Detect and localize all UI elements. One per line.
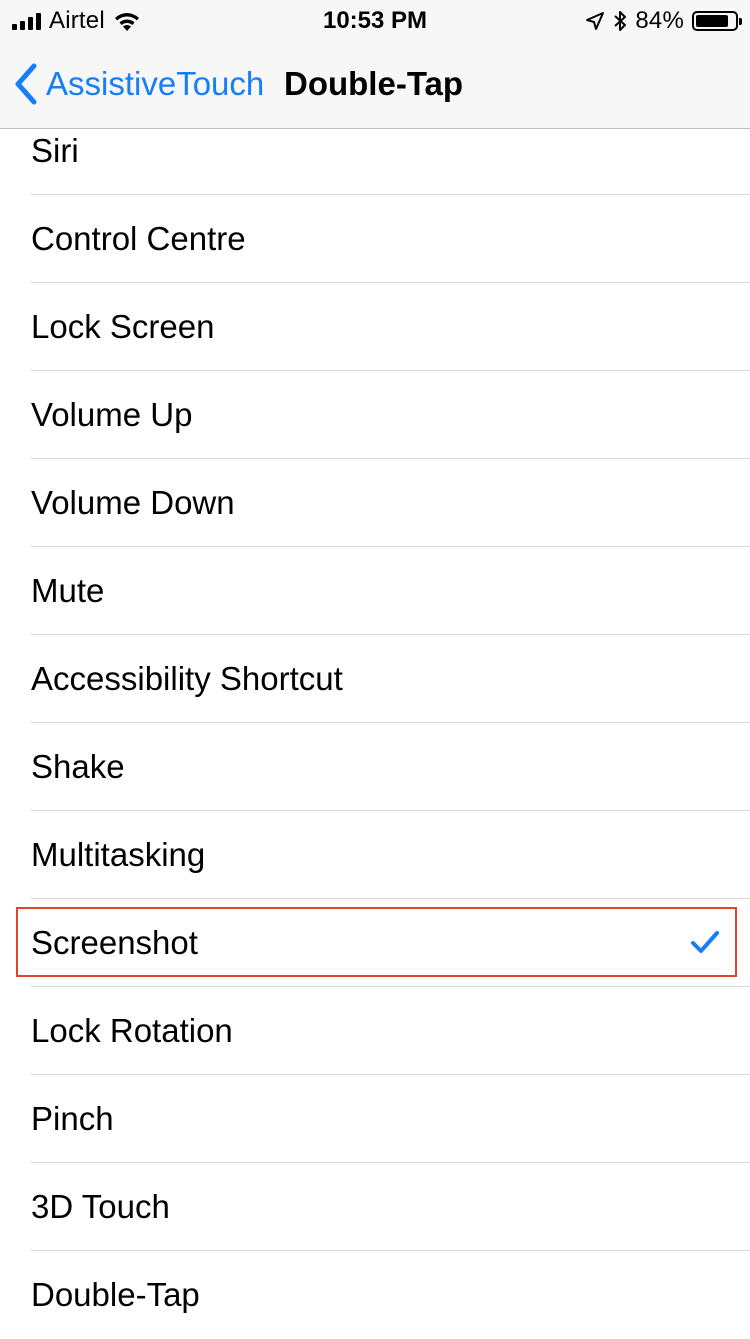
battery-level xyxy=(696,15,728,27)
option-row[interactable]: Multitasking xyxy=(0,811,750,899)
option-row[interactable]: Volume Up xyxy=(0,371,750,459)
option-label: Volume Up xyxy=(31,396,193,433)
option-label: Mute xyxy=(31,572,105,609)
option-label: 3D Touch xyxy=(31,1188,170,1225)
option-row[interactable]: Lock Screen xyxy=(0,283,750,371)
bluetooth-icon xyxy=(614,11,627,31)
option-row[interactable]: Pinch xyxy=(0,1075,750,1163)
clock: 10:53 PM xyxy=(322,7,428,34)
option-label: Control Centre xyxy=(31,220,246,257)
status-bar: Airtel 10:53 PM 84% xyxy=(0,0,750,40)
navigation-bar: AssistiveTouch Double-Tap xyxy=(0,40,750,129)
option-row[interactable]: Control Centre xyxy=(0,195,750,283)
option-row[interactable]: Volume Down xyxy=(0,459,750,547)
battery-icon xyxy=(692,11,742,31)
option-row[interactable]: Double-Tap xyxy=(0,1251,750,1339)
status-bar-right: 84% xyxy=(585,6,742,36)
option-label: Screenshot xyxy=(31,924,198,961)
option-row[interactable]: Screenshot xyxy=(0,899,750,987)
back-button[interactable]: AssistiveTouch xyxy=(14,60,264,108)
option-label: Shake xyxy=(31,748,125,785)
options-list: Siri Control Centre Lock Screen Volume Up Vo… xyxy=(0,129,750,1339)
option-row[interactable]: 3D Touch xyxy=(0,1163,750,1251)
option-row[interactable]: Lock Rotation xyxy=(0,987,750,1075)
location-arrow-icon xyxy=(586,12,605,30)
page-title: Double-Tap xyxy=(284,65,464,102)
back-button-label: AssistiveTouch xyxy=(46,65,265,102)
option-label: Multitasking xyxy=(31,836,206,873)
option-row[interactable]: Siri xyxy=(0,129,750,195)
option-row[interactable]: Shake xyxy=(0,723,750,811)
option-row[interactable]: Mute xyxy=(0,547,750,635)
battery-percentage: 84% xyxy=(635,7,684,34)
checkmark-icon xyxy=(691,931,719,953)
option-label: Volume Down xyxy=(31,484,235,521)
option-label: Siri xyxy=(31,132,79,169)
chevron-left-icon xyxy=(15,63,37,105)
option-row[interactable]: Accessibility Shortcut xyxy=(0,635,750,723)
option-label: Pinch xyxy=(31,1100,114,1137)
option-label: Lock Screen xyxy=(31,308,215,345)
option-label: Lock Rotation xyxy=(31,1012,233,1049)
option-label: Double-Tap xyxy=(31,1276,200,1313)
option-label: Accessibility Shortcut xyxy=(31,660,343,697)
